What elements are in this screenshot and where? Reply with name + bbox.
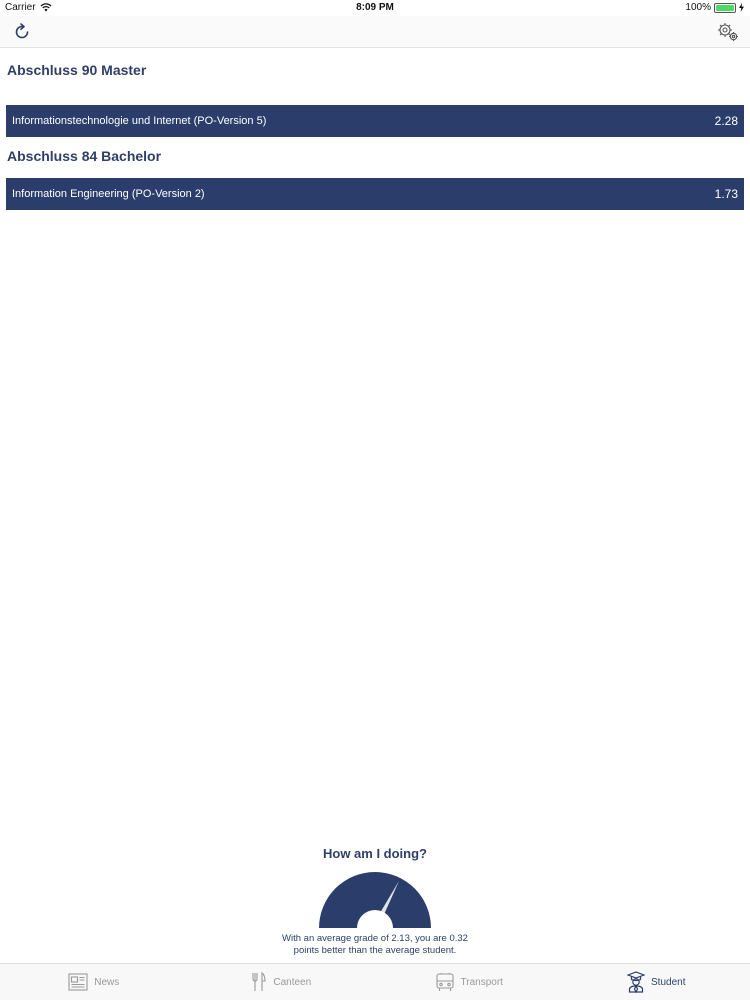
tab-student[interactable]: Student — [563, 964, 750, 1000]
student-icon — [627, 971, 645, 993]
section-title-master: Abschluss 90 Master — [7, 62, 147, 78]
tab-label: News — [94, 976, 120, 988]
performance-title: How am I doing? — [323, 846, 427, 861]
degree-name: Information Engineering (PO-Version 2) — [12, 188, 205, 200]
status-right: 100% — [685, 2, 744, 13]
tab-news[interactable]: News — [0, 964, 188, 1000]
tab-canteen[interactable]: Canteen — [188, 964, 376, 1000]
battery-level — [716, 4, 734, 11]
battery-percent: 100% — [685, 2, 711, 13]
grade-gauge — [319, 872, 431, 928]
degree-name: Informationstechnologie und Internet (PO… — [12, 115, 267, 127]
gear-icon — [718, 23, 738, 41]
tab-transport[interactable]: Transport — [375, 964, 563, 1000]
tab-label: Transport — [460, 976, 503, 988]
tab-label: Student — [651, 976, 686, 988]
charging-icon — [739, 3, 744, 12]
refresh-icon — [15, 23, 29, 39]
status-time: 8:09 PM — [356, 2, 394, 13]
degree-row-bachelor[interactable]: Information Engineering (PO-Version 2) 1… — [6, 178, 744, 210]
newspaper-icon — [68, 973, 88, 991]
battery-icon — [714, 2, 736, 13]
degree-grade: 2.28 — [714, 114, 738, 128]
performance-line-1: With an average grade of 2.13, you are 0… — [282, 933, 468, 944]
performance-summary: With an average grade of 2.13, you are 0… — [240, 933, 510, 957]
section-title-bachelor: Abschluss 84 Bachelor — [7, 148, 162, 164]
status-bar: Carrier 8:09 PM 100% — [0, 0, 750, 16]
cutlery-icon — [252, 972, 266, 991]
bus-icon — [435, 973, 454, 991]
degree-grade: 1.73 — [714, 187, 738, 201]
performance-line-2: points better than the average student. — [293, 945, 457, 956]
nav-bar — [0, 16, 750, 48]
tab-bar: News Canteen Transport Student — [0, 963, 750, 1000]
tab-label: Canteen — [273, 976, 312, 988]
refresh-button[interactable] — [8, 20, 36, 44]
degree-row-master[interactable]: Informationstechnologie und Internet (PO… — [6, 105, 744, 137]
settings-button[interactable] — [714, 20, 742, 44]
